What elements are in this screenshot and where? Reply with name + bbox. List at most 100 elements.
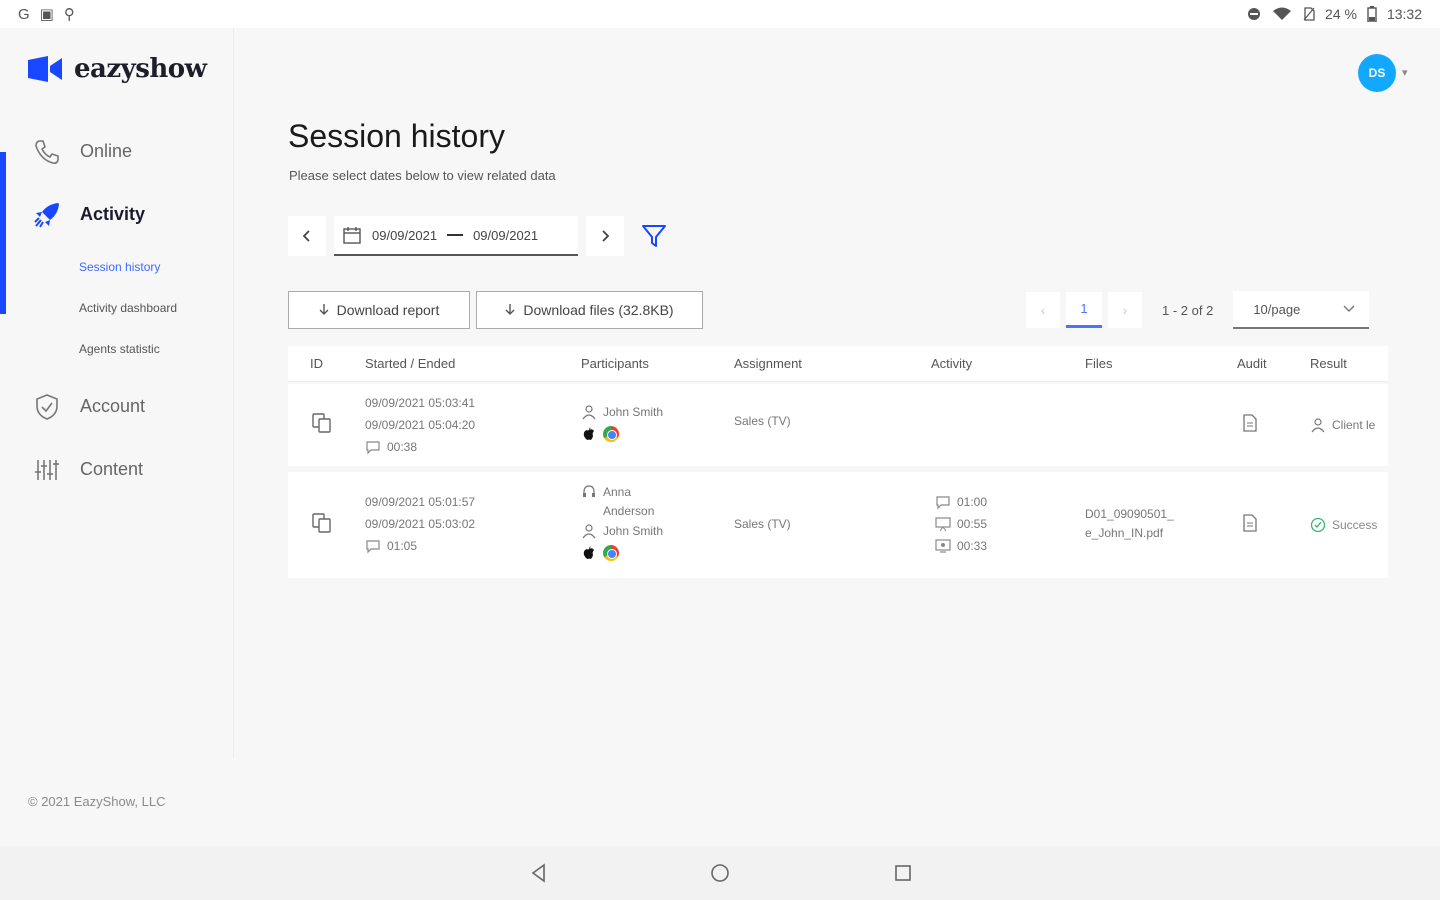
- home-icon[interactable]: [708, 861, 732, 885]
- sidebar-item-label: Account: [80, 396, 146, 416]
- google-icon: G: [18, 5, 30, 23]
- user-icon: [582, 405, 596, 420]
- chevron-down-icon[interactable]: ▾: [1402, 66, 1408, 79]
- page-size-value: 10/page: [1253, 301, 1301, 317]
- date-range-bar: 09/09/2021 09/09/2021: [288, 216, 668, 256]
- col-started-ended: Started / Ended: [365, 356, 456, 371]
- sliders-icon: [32, 455, 62, 485]
- participant-name: Anna: [603, 484, 632, 499]
- copy-icon[interactable]: [311, 512, 333, 534]
- range-separator: [447, 234, 464, 236]
- battery-icon: [1367, 6, 1377, 22]
- table-row[interactable]: 09/09/2021 05:01:57 09/09/2021 05:03:02 …: [288, 472, 1388, 578]
- sidebar-item-label: Activity: [80, 204, 146, 224]
- duration-value: 01:05: [387, 539, 418, 553]
- logo[interactable]: eazyshow: [26, 54, 207, 84]
- download-report-button[interactable]: Download report: [288, 291, 470, 329]
- duration: 00:38: [365, 436, 475, 458]
- assignment: Sales (TV): [734, 517, 791, 531]
- current-page[interactable]: 1: [1066, 292, 1102, 328]
- apple-icon: [583, 427, 594, 440]
- duration: 01:05: [365, 535, 475, 557]
- chrome-icon: [603, 545, 619, 561]
- platform-icons: [581, 542, 663, 564]
- chevron-down-icon: [1343, 305, 1355, 312]
- chevron-right-icon: [602, 230, 610, 242]
- page-size-select[interactable]: 10/page: [1233, 291, 1370, 329]
- gallery-icon: ▣: [39, 6, 54, 23]
- end-date[interactable]: 09/09/2021: [473, 228, 538, 243]
- col-files: Files: [1085, 356, 1113, 371]
- phone-icon: [32, 137, 62, 167]
- recents-icon[interactable]: [891, 861, 915, 885]
- subnav-agents-statistic[interactable]: Agents statistic: [79, 328, 234, 369]
- col-assignment: Assignment: [734, 356, 802, 371]
- system-nav-bar: [0, 846, 1440, 900]
- next-page-button[interactable]: ›: [1108, 292, 1142, 328]
- clock: 13:32: [1386, 6, 1422, 22]
- start-date[interactable]: 09/09/2021: [372, 228, 437, 243]
- subnav-session-history[interactable]: Session history: [79, 246, 234, 287]
- page-subtitle: Please select dates below to view relate…: [289, 168, 556, 183]
- sidebar-item-label: Content: [80, 459, 144, 479]
- active-indicator: [0, 152, 6, 314]
- subnav-activity-dashboard[interactable]: Activity dashboard: [79, 287, 234, 328]
- col-id: ID: [310, 356, 323, 371]
- sidebar-item-account[interactable]: Account: [0, 375, 234, 438]
- wifi-icon: [1273, 7, 1292, 20]
- assignment: Sales (TV): [734, 414, 791, 428]
- sidebar-nav: Online Activity Session history Activity…: [0, 120, 234, 501]
- prev-page-button[interactable]: ‹: [1026, 292, 1060, 328]
- presentation-icon: [935, 517, 951, 532]
- download-files-button[interactable]: Download files (32.8KB): [476, 291, 703, 329]
- activity-value: 00:33: [957, 539, 988, 553]
- participant-name: John Smith: [603, 524, 664, 538]
- dnd-icon: [1248, 8, 1261, 20]
- prev-date-button[interactable]: [288, 216, 326, 256]
- table-row[interactable]: 09/09/2021 05:03:41 09/09/2021 05:04:20 …: [288, 384, 1388, 466]
- result-value: Success: [1332, 518, 1378, 532]
- avatar[interactable]: DS: [1358, 54, 1396, 92]
- copyright: © 2021 EazyShow, LLC: [28, 794, 166, 809]
- success-check-icon: [1310, 517, 1326, 533]
- ended-time: 09/09/2021 05:04:20: [365, 418, 476, 432]
- back-icon[interactable]: [527, 861, 551, 885]
- activity-screen: 00:33: [935, 535, 987, 557]
- document-icon[interactable]: [1242, 414, 1258, 432]
- copy-icon[interactable]: [311, 412, 333, 434]
- headset-icon: [583, 484, 595, 497]
- sidebar-item-activity[interactable]: Activity: [0, 183, 234, 246]
- date-range-picker[interactable]: 09/09/2021 09/09/2021: [334, 216, 578, 256]
- started-time: 09/09/2021 05:03:41: [365, 396, 476, 410]
- document-icon[interactable]: [1242, 514, 1258, 532]
- next-date-button[interactable]: [586, 216, 624, 256]
- search-icon: ⚲: [63, 6, 75, 23]
- page-range: 1 - 2 of 2: [1162, 302, 1214, 318]
- activity-value: 01:00: [957, 495, 988, 509]
- apple-icon: [583, 546, 594, 559]
- download-arrow-icon: [319, 304, 329, 315]
- participant: John Smith: [581, 401, 663, 423]
- col-result: Result: [1310, 356, 1347, 371]
- result: Success: [1310, 514, 1377, 536]
- activity-presentation: 00:55: [935, 513, 987, 535]
- sidebar: eazyshow Online Activity Session history…: [0, 28, 234, 758]
- file-link[interactable]: D01_09090501_: [1085, 504, 1174, 523]
- filter-icon[interactable]: [640, 222, 668, 250]
- participant-name: John Smith: [603, 405, 664, 419]
- no-sim-icon: [1303, 7, 1315, 21]
- col-activity: Activity: [931, 356, 973, 371]
- download-files-label: Download files (32.8KB): [523, 302, 674, 318]
- chrome-icon: [603, 426, 619, 442]
- sidebar-item-content[interactable]: Content: [0, 438, 234, 501]
- participant: Anna: [581, 482, 663, 501]
- ended-time: 09/09/2021 05:03:02: [365, 517, 476, 531]
- sidebar-item-online[interactable]: Online: [0, 120, 234, 183]
- rocket-icon: [32, 200, 62, 230]
- col-participants: Participants: [581, 356, 649, 371]
- activity-subnav: Session history Activity dashboard Agent…: [0, 246, 234, 369]
- file-link-cont[interactable]: e_John_IN.pdf: [1085, 523, 1174, 542]
- chat-icon: [366, 441, 380, 455]
- participant: John Smith: [581, 520, 663, 542]
- col-audit: Audit: [1237, 356, 1267, 371]
